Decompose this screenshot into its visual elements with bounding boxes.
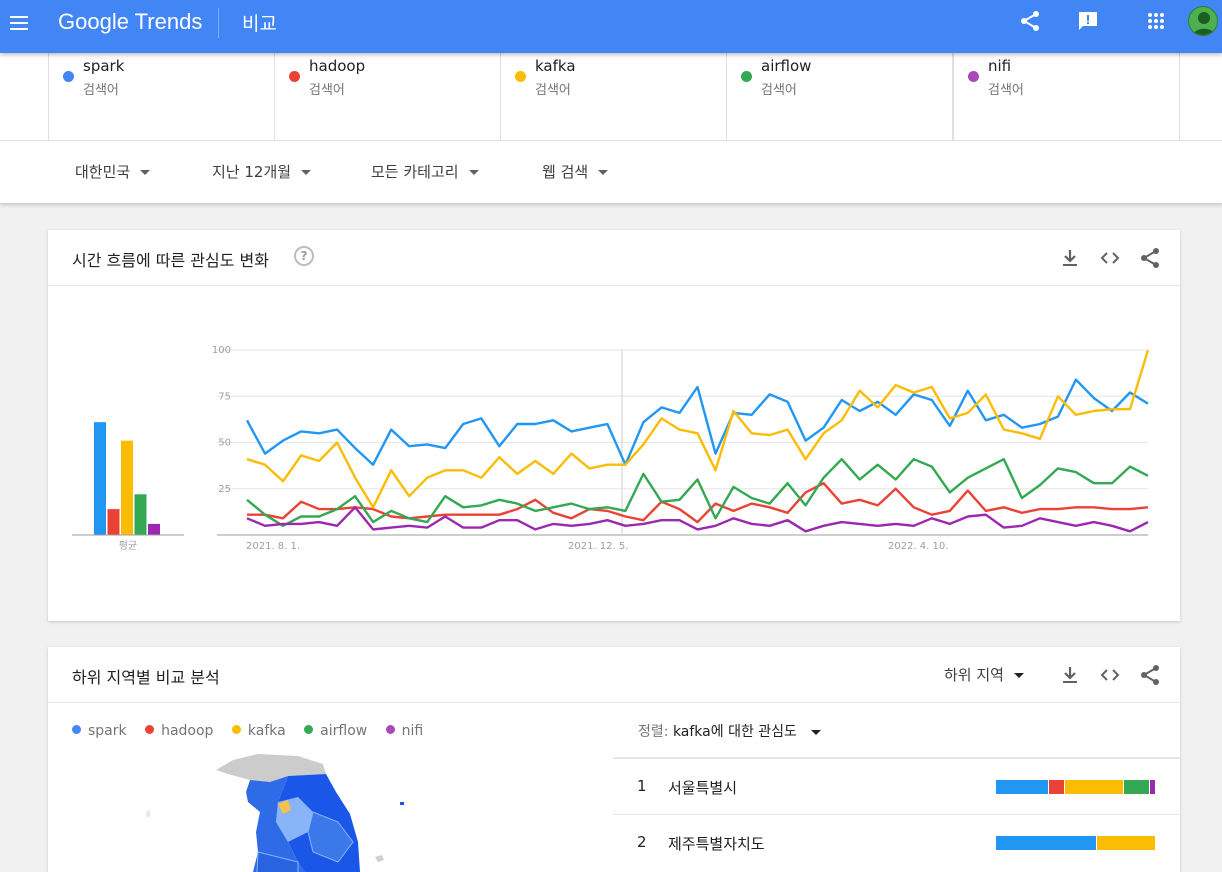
hamburger-menu-icon[interactable]	[8, 11, 32, 35]
average-bar-kafka	[121, 440, 133, 535]
region-share-bar	[996, 836, 1156, 850]
x-tick-label: 2021. 8. 1.	[246, 541, 300, 552]
card-title: 시간 흐름에 따른 관심도 변화	[72, 251, 269, 270]
page-title: 비교	[242, 13, 277, 35]
help-icon[interactable]: ?	[294, 246, 314, 266]
interest-chart[interactable]: 100 75 50 25 2021. 8. 1. 2021. 12. 5. 2022. 4.…	[48, 285, 1180, 621]
subregion-dropdown[interactable]: 하위 지역	[944, 664, 1024, 685]
share-segment	[1149, 780, 1156, 794]
share-segment	[1064, 780, 1124, 794]
x-tick-label: 2021. 12. 5.	[568, 541, 628, 552]
map-legend: spark hadoop kafka airflow nifi	[72, 723, 437, 739]
average-bar-nifi	[148, 523, 160, 535]
embed-code-icon[interactable]	[1098, 246, 1122, 270]
chevron-down-icon	[301, 170, 312, 175]
share-icon[interactable]	[1138, 246, 1162, 270]
term-color-dot	[515, 71, 526, 82]
chevron-down-icon	[598, 170, 609, 175]
card-title: 하위 지역별 비교 분석	[72, 668, 220, 687]
term-airflow[interactable]: airflow 검색어	[726, 53, 953, 140]
region-dropdown[interactable]: 대한민국	[75, 161, 151, 182]
interest-over-time-card: 시간 흐름에 따른 관심도 변화 ? 100 75 50 25 2021. 8. 1. 2…	[48, 230, 1180, 621]
chevron-down-icon	[468, 170, 479, 175]
google-trends-logo[interactable]: Google Trends	[58, 9, 202, 35]
x-tick-label: 2022. 4. 10.	[888, 541, 948, 552]
category-dropdown[interactable]: 모든 카테고리	[371, 161, 479, 182]
term-nifi[interactable]: nifi 검색어	[953, 53, 1180, 140]
average-bar-spark	[94, 422, 106, 535]
download-icon[interactable]	[1058, 246, 1082, 270]
header-divider	[218, 8, 219, 38]
term-color-dot	[741, 71, 752, 82]
legend-item: kafka	[231, 723, 286, 739]
embed-code-icon[interactable]	[1098, 663, 1122, 687]
share-icon[interactable]	[1138, 663, 1162, 687]
share-segment	[1123, 780, 1150, 794]
share-icon[interactable]	[1018, 9, 1042, 33]
series-line-spark	[245, 378, 1149, 466]
series-line-airflow	[246, 457, 1149, 528]
sort-dropdown[interactable]: 정렬: kafka에 대한 관심도	[638, 721, 821, 741]
top-bar: Google Trends 비교	[0, 0, 1222, 53]
search-terms-bar: spark 검색어 hadoop 검색어 kafka 검색어 airflow 검…	[0, 53, 1222, 140]
share-segment	[1096, 836, 1156, 850]
apps-grid-icon[interactable]	[1144, 9, 1168, 33]
average-bar-airflow	[134, 494, 147, 535]
filter-bar: 대한민국 지난 12개월 모든 카테고리 웹 검색	[0, 140, 1222, 204]
legend-item: spark	[72, 723, 127, 739]
chevron-down-icon	[140, 170, 151, 175]
y-tick-label: 50	[218, 438, 231, 449]
y-tick-label: 75	[218, 391, 231, 402]
series-line-kafka	[246, 349, 1150, 509]
account-avatar[interactable]	[1188, 6, 1218, 36]
y-tick-label: 25	[218, 484, 231, 495]
term-kafka[interactable]: kafka 검색어	[500, 53, 727, 140]
period-dropdown[interactable]: 지난 12개월	[212, 161, 312, 182]
divider	[48, 702, 1180, 703]
search-type-dropdown[interactable]: 웹 검색	[542, 161, 609, 182]
region-share-bar	[996, 780, 1156, 794]
chevron-down-icon	[1013, 673, 1024, 678]
korea-map[interactable]	[138, 752, 438, 872]
subregion-card: 하위 지역별 비교 분석 하위 지역 spark hadoop kafka ai…	[48, 647, 1180, 872]
average-label: 평균	[119, 540, 137, 552]
term-hadoop[interactable]: hadoop 검색어	[274, 53, 501, 140]
download-icon[interactable]	[1058, 663, 1082, 687]
share-segment	[996, 780, 1049, 794]
chevron-down-icon	[810, 729, 821, 735]
legend-item: nifi	[385, 723, 423, 739]
feedback-icon[interactable]	[1076, 9, 1100, 33]
term-spark[interactable]: spark 검색어	[48, 53, 275, 140]
share-segment	[996, 836, 1097, 850]
region-row[interactable]: 2 제주특별자치도	[613, 814, 1180, 870]
legend-item: hadoop	[145, 723, 213, 739]
region-row[interactable]: 1 서울특별시	[613, 758, 1180, 814]
average-bar-hadoop	[107, 509, 120, 535]
term-color-dot	[63, 71, 74, 82]
share-segment	[1048, 780, 1065, 794]
y-tick-label: 100	[212, 345, 231, 356]
term-color-dot	[289, 71, 300, 82]
legend-item: airflow	[304, 723, 367, 739]
term-color-dot	[968, 71, 979, 82]
